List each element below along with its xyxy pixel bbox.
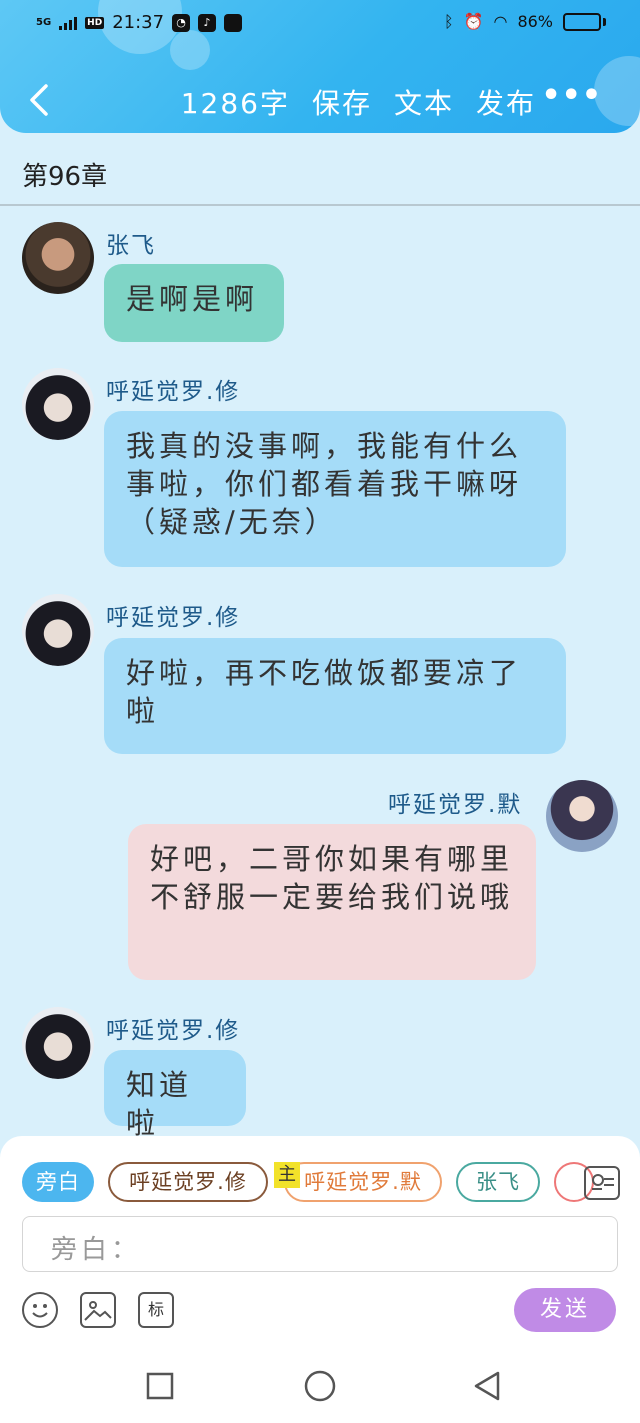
message-input[interactable]: 旁白： [22,1216,618,1272]
publish-button[interactable]: 发布 [476,82,536,122]
system-nav-bar [0,1348,640,1423]
battery-percent: 86% [517,12,553,31]
chat-bubble[interactable]: 好吧，二哥你如果有哪里不舒服一定要给我们说哦 [128,824,536,980]
save-button[interactable]: 保存 [312,82,372,122]
avatar[interactable] [546,780,618,852]
word-count: 1286字 [180,87,290,120]
character-chip[interactable]: 张飞 [456,1162,540,1202]
status-bar: 5G HD 21:37 ◔ ♪ ᛒ ⏰ ◠ 86% [0,10,640,42]
hd-icon: HD [85,16,105,29]
sender-name: 呼延觉罗.默 [388,792,523,818]
editor-toolbar: 1286字 保存 文本 发布 ••• [0,76,640,126]
app-notification-icon [224,13,243,32]
image-icon[interactable] [80,1292,116,1328]
mark-icon[interactable]: 标 [138,1292,174,1328]
back-nav-icon[interactable] [472,1370,502,1406]
app-notification-icon: ◔ [172,13,191,32]
bluetooth-icon: ᛒ [443,12,454,31]
avatar[interactable] [22,1007,94,1079]
sender-name: 呼延觉罗.修 [106,1018,241,1044]
battery-icon [563,12,606,31]
clock: 21:37 [112,12,165,33]
sender-name: 张飞 [106,233,156,259]
compose-panel: 旁白 呼延觉罗.修 呼延觉罗.默 主 张飞 旁白： 标 发送 [0,1136,640,1348]
back-icon[interactable] [22,80,62,120]
header-bar: 5G HD 21:37 ◔ ♪ ᛒ ⏰ ◠ 86% 1286字 保存 文本 发布 [0,0,640,133]
character-selector: 旁白 呼延觉罗.修 呼延觉罗.默 主 张飞 [22,1162,622,1204]
wifi-icon: ◠ [493,12,508,31]
chat-bubble[interactable]: 我真的没事啊，我能有什么事啦，你们都看着我干嘛呀（疑惑/无奈） [104,411,566,567]
chat-bubble[interactable]: 好啦，再不吃做饭都要凉了啦 [104,638,566,754]
network-type: 5G [36,16,52,28]
tiktok-icon: ♪ [198,13,217,32]
chat-bubble[interactable]: 是啊是啊 [104,264,284,342]
sender-name: 呼延觉罗.修 [106,379,241,405]
home-icon[interactable] [303,1369,337,1407]
character-chip[interactable]: 呼延觉罗.默 [284,1162,442,1202]
character-chip-narrator[interactable]: 旁白 [22,1162,94,1202]
avatar[interactable] [22,368,94,440]
chapter-title[interactable]: 第96章 [0,140,640,206]
more-options-icon[interactable]: ••• [541,78,602,113]
send-button[interactable]: 发送 [514,1288,616,1332]
alarm-icon: ⏰ [463,12,484,31]
sender-name: 呼延觉罗.修 [106,605,241,631]
recent-apps-icon[interactable] [146,1372,174,1404]
avatar[interactable] [22,594,94,666]
character-chip[interactable]: 呼延觉罗.修 [108,1162,268,1202]
text-button[interactable]: 文本 [394,82,454,122]
chat-bubble[interactable]: 知道啦 [104,1050,246,1140]
avatar[interactable] [22,222,94,294]
emoji-icon[interactable] [22,1292,58,1328]
signal-icon [59,16,78,30]
main-character-tag: 主 [274,1162,300,1188]
character-list-icon[interactable] [584,1166,620,1200]
